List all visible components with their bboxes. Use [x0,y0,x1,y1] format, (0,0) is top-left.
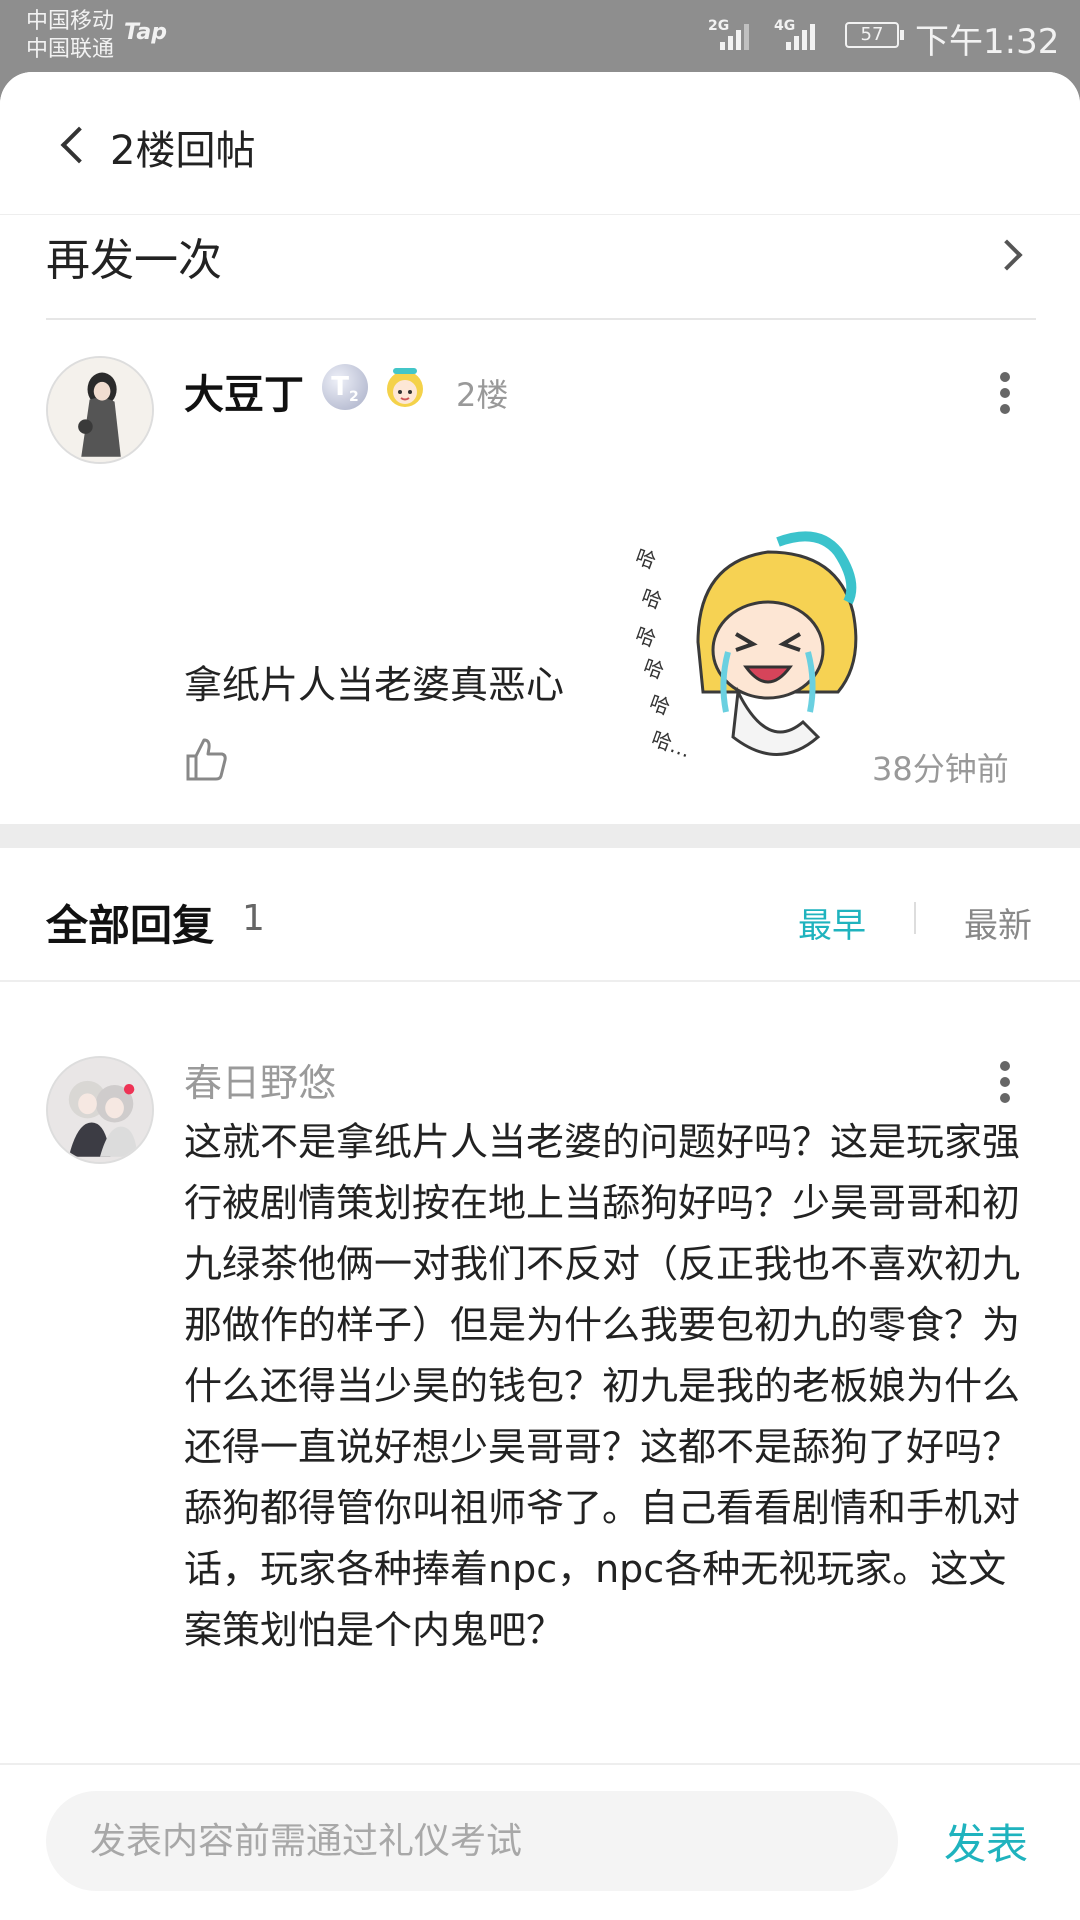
more-options-icon[interactable] [993,1057,1017,1107]
battery-icon: 57 [845,22,904,48]
floor-number: 2楼 [456,376,509,414]
avatar[interactable] [46,356,154,464]
divider [46,318,1036,320]
divider [0,980,1080,982]
chevron-left-icon[interactable] [58,120,98,168]
comment-input[interactable] [46,1791,898,1891]
comment-composer: 发表 [0,1763,1080,1920]
resend-row[interactable]: 再发一次 [0,214,1080,316]
resend-label: 再发一次 [46,235,222,286]
tap-app-badge: Tap [124,20,167,45]
reply-author[interactable]: 春日野悠 [184,1052,336,1107]
laughing-sticker-image: 哈 哈 哈 哈 哈 哈… [628,522,884,764]
signal-2g-icon: 2G [708,18,764,52]
replies-count: 1 [242,898,265,939]
carrier-1: 中国移动 [26,9,115,34]
post-time: 38分钟前 [872,750,1009,788]
section-divider [0,824,1080,848]
sort-earliest-button[interactable]: 最早 [798,898,866,947]
avatar[interactable] [46,1056,154,1164]
post-content: 拿纸片人当老婆真恶心 [184,663,565,707]
signal-4g-icon: 4G [774,18,834,52]
reply-detail-sheet: 2楼回帖 再发一次 大豆丁 T2 2楼 哈 哈 哈 哈 哈 哈… 拿纸片人当老婆… [0,72,1080,1920]
sort-separator [914,902,916,934]
level-badge-icon: T2 [322,364,368,410]
top-bar: 2楼回帖 [0,72,1080,215]
chevron-right-icon [994,238,1026,270]
character-badge-icon [380,362,430,412]
svg-text:哈: 哈 [632,544,659,573]
status-bar: 中国移动 中国联通 Tap 2G 4G 57 下午1:32 [0,0,1080,72]
svg-text:哈…: 哈… [648,726,694,762]
svg-text:哈: 哈 [646,690,673,719]
sort-newest-button[interactable]: 最新 [964,898,1032,947]
post-author[interactable]: 大豆丁 [184,362,304,420]
carrier-2: 中国联通 [26,37,115,62]
replies-title: 全部回复 [46,901,215,950]
send-button[interactable]: 发表 [944,1811,1028,1872]
status-time: 下午1:32 [915,22,1060,62]
reply-content: 这就不是拿纸片人当老婆的问题好吗？这是玩家强行被剧情策划按在地上当舔狗好吗？少昊… [184,1120,1021,1652]
page-title: 2楼回帖 [110,128,256,174]
svg-text:哈: 哈 [632,622,659,651]
more-options-icon[interactable] [993,368,1017,418]
thumbs-up-icon[interactable] [184,736,228,782]
svg-text:哈: 哈 [640,654,667,683]
svg-text:哈: 哈 [638,584,665,613]
carrier-info: 中国移动 中国联通 [26,8,114,64]
